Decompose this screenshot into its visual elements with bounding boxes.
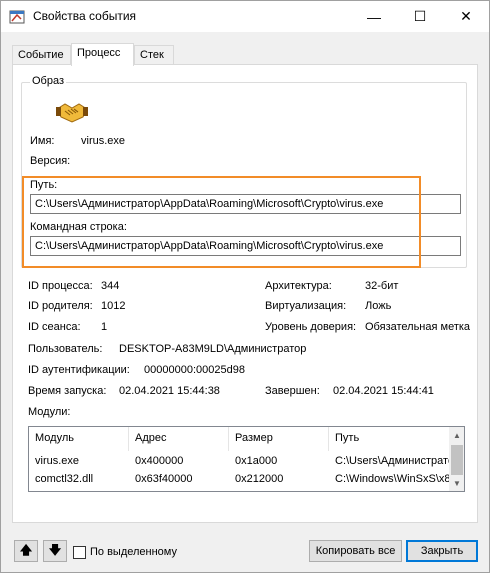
modules-list[interactable]: Модуль Адрес Размер Путь virus.exe 0x400…: [28, 426, 465, 492]
start-time-value: 02.04.2021 15:44:38: [119, 385, 220, 397]
scroll-up-arrow-icon[interactable]: ▲: [449, 427, 464, 443]
column-header-path[interactable]: Путь: [329, 427, 449, 451]
image-version-label: Версия:: [30, 155, 71, 167]
module-size-cell: 0x212000: [235, 473, 284, 485]
modules-list-header: Модуль Адрес Размер Путь: [29, 427, 449, 451]
start-time-label: Время запуска:: [28, 385, 107, 397]
table-row[interactable]: virus.exe 0x400000 0x1a000 C:\Users\Адми…: [29, 453, 449, 470]
module-size-cell: 0x1a000: [235, 455, 278, 467]
arrow-down-icon: 🡇: [48, 542, 62, 557]
session-value: 1: [101, 321, 108, 333]
tab-process[interactable]: Процесс: [71, 43, 134, 66]
pid-value: 344: [101, 280, 120, 292]
close-button[interactable]: Закрыть: [406, 540, 478, 562]
modules-vertical-scrollbar[interactable]: ▲ ▼: [449, 427, 464, 491]
move-up-button[interactable]: 🡅: [14, 540, 38, 562]
window-app-icon: [9, 10, 25, 24]
module-address-cell: 0x63f40000: [135, 473, 193, 485]
event-properties-window: Свойства события — ☐ ✕ Событие Процесс С…: [0, 0, 490, 573]
path-highlight-box: [22, 176, 421, 268]
scroll-down-arrow-icon[interactable]: ▼: [449, 475, 464, 491]
column-header-module[interactable]: Модуль: [29, 427, 129, 451]
module-address-cell: 0x400000: [135, 455, 184, 467]
table-row[interactable]: comctl32.dll 0x63f40000 0x212000 C:\Wind…: [29, 471, 449, 488]
module-path-cell: C:\Windows\WinSxS\x86: [335, 473, 449, 485]
integrity-label: Уровень доверия:: [265, 321, 357, 333]
by-selection-label: По выделенному: [90, 546, 177, 558]
modules-label: Модули:: [28, 406, 71, 418]
session-label: ID сеанса:: [28, 321, 81, 333]
architecture-value: 32-бит: [365, 280, 399, 292]
image-group-label: Образ: [30, 75, 67, 87]
column-header-size[interactable]: Размер: [229, 427, 329, 451]
user-label: Пользователь:: [28, 343, 103, 355]
ppid-value: 1012: [101, 300, 126, 312]
auth-id-value: 00000000:00025d98: [144, 364, 245, 376]
module-name-cell: comctl32.dll: [35, 473, 94, 485]
end-time-label: Завершен:: [265, 385, 320, 397]
ppid-label: ID родителя:: [28, 300, 93, 312]
module-name-cell: virus.exe: [35, 455, 80, 467]
tab-stack[interactable]: Стек: [134, 45, 174, 65]
end-time-value: 02.04.2021 15:44:41: [333, 385, 434, 397]
copy-all-button[interactable]: Копировать все: [309, 540, 402, 562]
maximize-button[interactable]: ☐: [397, 1, 443, 32]
process-tab-panel: Образ Имя: virus.exe Версия: Путь: C:\Us…: [12, 64, 478, 523]
window-title: Свойства события: [33, 9, 137, 23]
virtualization-label: Виртуализация:: [265, 300, 347, 312]
auth-id-label: ID аутентификации:: [28, 364, 130, 376]
handshake-icon: [56, 103, 88, 123]
image-name-label: Имя:: [30, 135, 55, 147]
module-path-cell: C:\Users\Администратор\: [335, 455, 449, 467]
minimize-button[interactable]: —: [351, 1, 397, 32]
close-window-button[interactable]: ✕: [443, 1, 489, 32]
scroll-thumb[interactable]: [451, 445, 463, 475]
image-name-value: virus.exe: [81, 135, 126, 147]
column-header-address[interactable]: Адрес: [129, 427, 229, 451]
move-down-button[interactable]: 🡇: [43, 540, 67, 562]
pid-label: ID процесса:: [28, 280, 93, 292]
tab-event[interactable]: Событие: [12, 45, 71, 65]
integrity-value: Обязательная метка: [365, 321, 471, 333]
arrow-up-icon: 🡅: [19, 542, 33, 557]
user-value: DESKTOP-A83M9LD\Администратор: [119, 343, 307, 355]
by-selection-checkbox[interactable]: [73, 546, 86, 559]
title-bar[interactable]: Свойства события — ☐ ✕: [1, 1, 489, 32]
virtualization-value: Ложь: [365, 300, 392, 312]
architecture-label: Архитектура:: [265, 280, 332, 292]
